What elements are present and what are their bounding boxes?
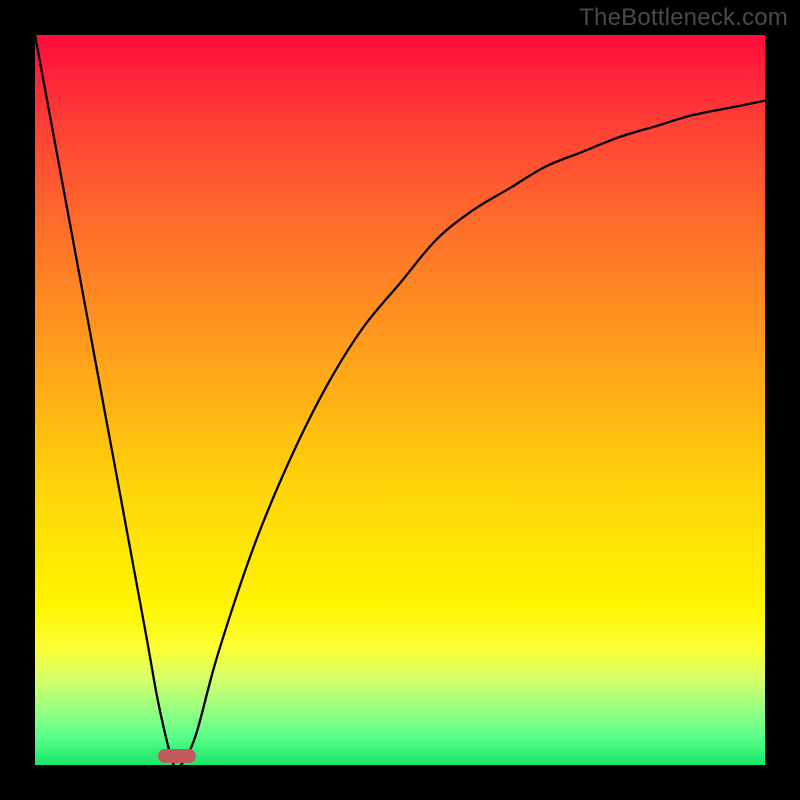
plot-area	[35, 35, 765, 765]
optimal-marker	[158, 749, 196, 763]
watermark-text: TheBottleneck.com	[579, 4, 788, 32]
bottleneck-curve	[35, 35, 765, 765]
chart-frame: TheBottleneck.com	[0, 0, 800, 800]
